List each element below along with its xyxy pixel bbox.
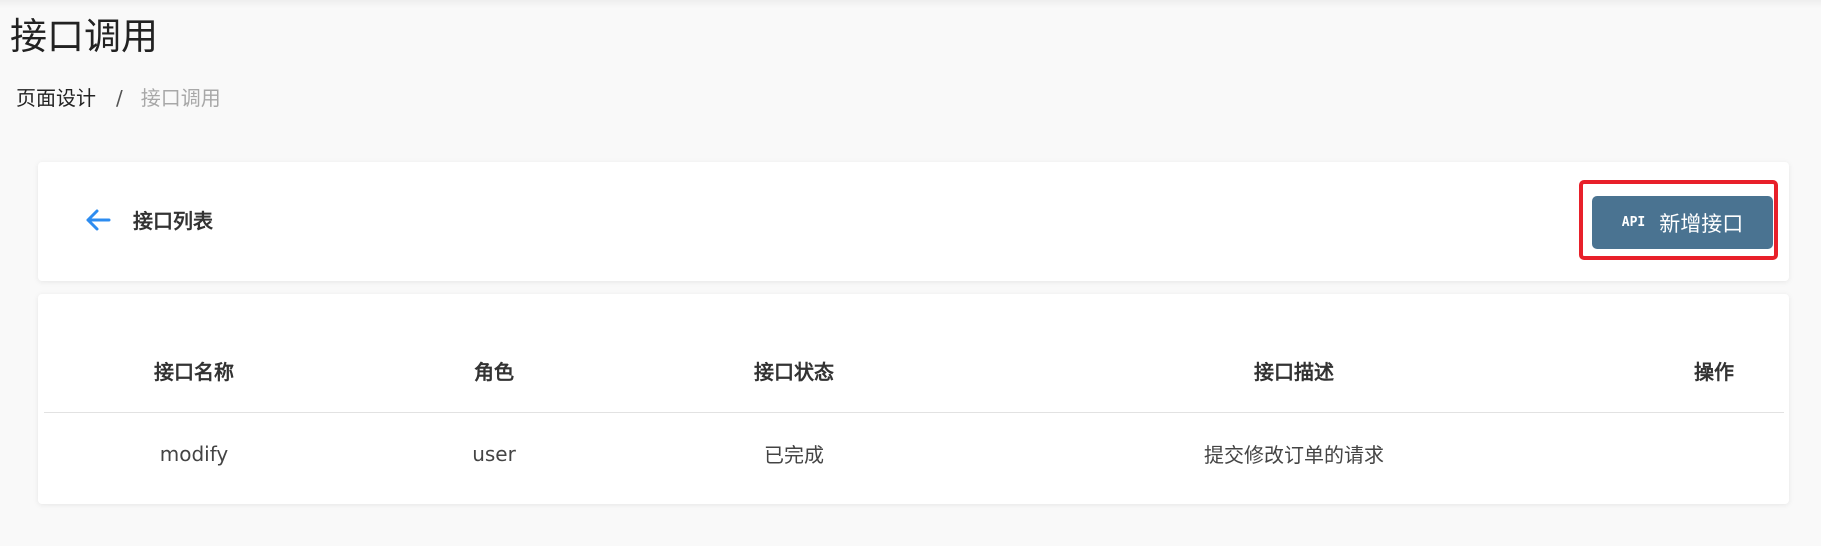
cell-description: 提交修改订单的请求 [1204,443,1384,467]
cell-action [1644,412,1784,495]
add-api-button[interactable]: API 新增接口 [1592,196,1773,249]
api-icon: API [1621,215,1646,230]
api-table: 接口名称 角色 接口状态 接口描述 操作 modify user 已完成 提交修… [44,294,1784,495]
cell-name: modify [159,441,229,466]
table-row[interactable]: modify user 已完成 提交修改订单的请求 [44,412,1784,495]
breadcrumb: 页面设计 / 接口调用 [16,84,221,112]
cell-status: 已完成 [764,443,824,467]
header-card: 接口列表 [38,162,1789,281]
breadcrumb-item-page-design[interactable]: 页面设计 [16,84,96,112]
add-api-button-label: 新增接口 [1659,211,1744,236]
column-header-action: 操作 [1644,294,1784,413]
top-shadow [0,0,1821,8]
cell-role: user [472,441,516,466]
column-header-role: 角色 [344,294,644,413]
column-header-description: 接口描述 [944,294,1644,413]
column-header-name: 接口名称 [44,294,344,413]
breadcrumb-separator: / [116,86,123,110]
table-card: 接口名称 角色 接口状态 接口描述 操作 modify user 已完成 提交修… [38,294,1789,504]
page-title: 接口调用 [10,15,158,58]
arrow-left-icon[interactable] [84,206,112,234]
breadcrumb-item-current: 接口调用 [140,86,221,110]
list-title: 接口列表 [133,209,213,233]
column-header-status: 接口状态 [644,294,944,413]
table-header-row: 接口名称 角色 接口状态 接口描述 操作 [44,294,1784,413]
